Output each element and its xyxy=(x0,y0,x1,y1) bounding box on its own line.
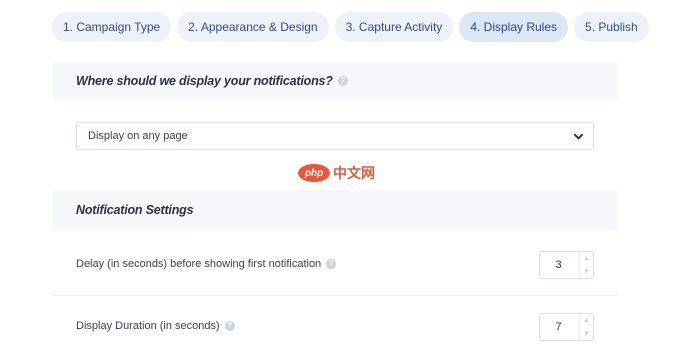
duration-stepper-arrows: ▲ ▼ xyxy=(579,314,593,340)
delay-stepper[interactable]: 3 ▲ ▼ xyxy=(539,251,594,279)
duration-label: Display Duration (in seconds) ? xyxy=(76,320,235,332)
tab-campaign-type[interactable]: 1. Campaign Type xyxy=(52,12,172,42)
tab-appearance-design[interactable]: 2. Appearance & Design xyxy=(177,12,329,42)
chevron-down-icon xyxy=(573,133,584,140)
watermark-badge: php xyxy=(298,164,330,182)
decrement-icon[interactable]: ▼ xyxy=(580,327,593,340)
tab-display-rules[interactable]: 4. Display Rules xyxy=(459,12,569,42)
duration-stepper[interactable]: 7 ▲ ▼ xyxy=(539,313,594,341)
display-section-header: Where should we display your notificatio… xyxy=(53,62,617,100)
decrement-icon[interactable]: ▼ xyxy=(580,265,593,278)
tab-capture-activity[interactable]: 3. Capture Activity xyxy=(334,12,454,42)
question-icon[interactable]: ? xyxy=(224,321,235,331)
delay-label: Delay (in seconds) before showing first … xyxy=(76,258,337,270)
duration-value[interactable]: 7 xyxy=(540,321,579,333)
increment-icon[interactable]: ▲ xyxy=(580,252,593,265)
increment-icon[interactable]: ▲ xyxy=(580,314,593,327)
delay-value[interactable]: 3 xyxy=(540,259,579,271)
watermark: php 中文网 xyxy=(298,163,375,183)
display-page-select[interactable]: Display on any page xyxy=(76,122,594,150)
duration-label-text: Display Duration (in seconds) xyxy=(76,320,220,332)
question-icon[interactable]: ? xyxy=(326,259,337,269)
question-icon[interactable]: ? xyxy=(337,76,348,86)
delay-stepper-arrows: ▲ ▼ xyxy=(579,252,593,278)
display-page-select-value: Display on any page xyxy=(88,130,188,142)
settings-section-title: Notification Settings xyxy=(76,203,194,217)
watermark-text: 中文网 xyxy=(333,166,375,182)
display-section-title: Where should we display your notificatio… xyxy=(76,74,333,88)
wizard-tabs: 1. Campaign Type 2. Appearance & Design … xyxy=(52,12,649,42)
delay-label-text: Delay (in seconds) before showing first … xyxy=(76,258,322,270)
settings-section-header: Notification Settings xyxy=(53,190,617,230)
row-divider xyxy=(53,295,617,296)
tab-publish[interactable]: 5. Publish xyxy=(574,12,649,42)
